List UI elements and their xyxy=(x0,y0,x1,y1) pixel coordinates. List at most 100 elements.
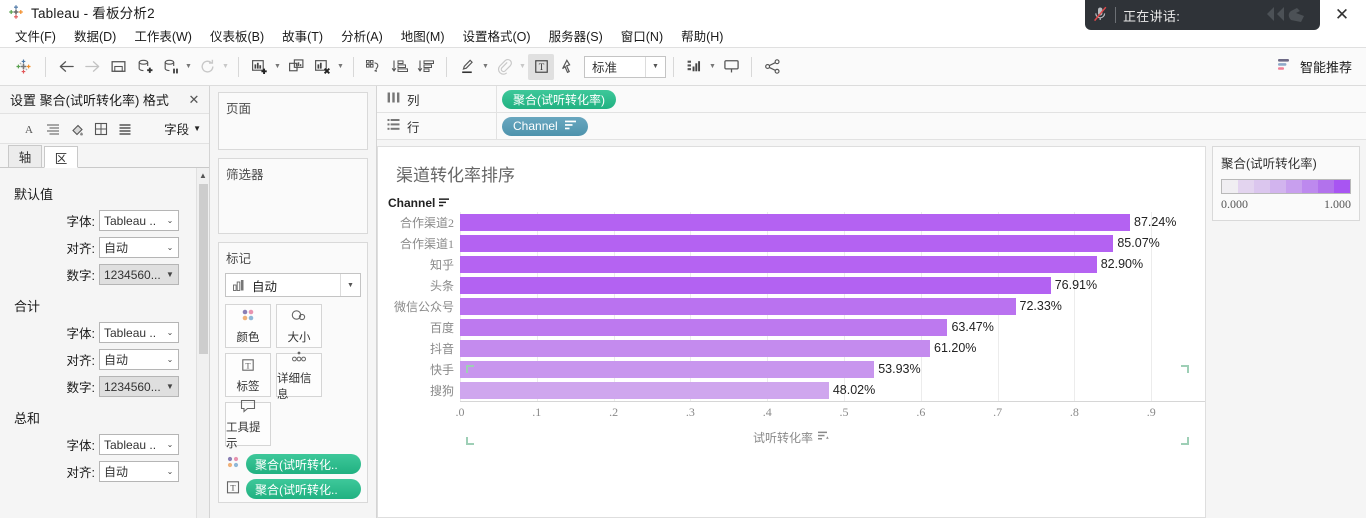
axis-sort-icon[interactable] xyxy=(818,430,830,445)
scroll-up-icon[interactable]: ▲ xyxy=(197,168,209,182)
font-icon[interactable]: A xyxy=(18,118,40,140)
bar-row[interactable]: 头条 76.91% xyxy=(378,275,1205,296)
refresh-data-source-icon[interactable] xyxy=(194,54,220,80)
number-select-default[interactable]: 1234560... ▼ xyxy=(99,264,179,285)
overlay-reaction-area[interactable] xyxy=(1258,4,1312,26)
marks-detail-button[interactable]: 详细信息 xyxy=(276,351,322,401)
number-select-subtotal[interactable]: 1234560... ▼ xyxy=(99,376,179,397)
rows-pill-dimension[interactable]: Channel xyxy=(502,116,588,136)
x-axis[interactable]: .0 .1 .2 .3 .4 .5 .6 .7 .8 .9 xyxy=(456,401,1205,423)
bar-row[interactable]: 抖音 61.20% xyxy=(378,338,1205,359)
menu-item-data[interactable]: 数据(D) xyxy=(65,24,125,47)
pause-data-updates-icon[interactable] xyxy=(157,54,183,80)
marks-label-pill[interactable]: 聚合(试听转化.. xyxy=(246,479,361,499)
borders-icon[interactable] xyxy=(90,118,112,140)
marks-label-button[interactable]: T 标签 xyxy=(225,353,271,397)
menu-item-format[interactable]: 设置格式(O) xyxy=(454,24,540,47)
shading-icon[interactable] xyxy=(66,118,88,140)
microphone-muted-icon[interactable] xyxy=(1093,6,1108,25)
bar[interactable] xyxy=(460,214,1131,231)
window-close-button[interactable]: ✕ xyxy=(1328,3,1356,27)
new-worksheet-dropdown-caret-icon[interactable]: ▼ xyxy=(272,54,283,80)
bar-row[interactable]: 合作渠道2 87.24% xyxy=(378,212,1205,233)
marks-color-button[interactable]: 颜色 xyxy=(225,304,271,348)
marks-type-select[interactable]: 自动 ▼ xyxy=(225,273,361,297)
font-select-default[interactable]: Tableau .. ⌄ xyxy=(99,210,179,231)
marks-color-pill[interactable]: 聚合(试听转化.. xyxy=(246,454,361,474)
show-mark-labels-icon[interactable]: T xyxy=(528,53,554,80)
new-worksheet-icon[interactable] xyxy=(246,54,272,80)
menu-item-analysis[interactable]: 分析(A) xyxy=(332,24,392,47)
format-pane-scrollbar[interactable]: ▲ xyxy=(196,168,209,518)
meeting-speaking-overlay[interactable]: 正在讲话: xyxy=(1085,0,1320,30)
cards-dropdown-caret-icon[interactable]: ▼ xyxy=(707,54,718,80)
close-icon[interactable]: ✕ xyxy=(185,91,203,109)
clear-sheet-icon[interactable] xyxy=(309,54,335,80)
new-data-source-icon[interactable] xyxy=(131,54,157,80)
forward-arrow-icon[interactable] xyxy=(79,54,105,80)
lines-icon[interactable] xyxy=(114,118,136,140)
bar[interactable] xyxy=(460,361,875,378)
bar[interactable] xyxy=(460,256,1097,273)
bar-row[interactable]: 百度 63.47% xyxy=(378,317,1205,338)
presentation-mode-icon[interactable] xyxy=(718,54,744,80)
bar-row[interactable]: 搜狗 48.02% xyxy=(378,380,1205,401)
menu-item-map[interactable]: 地图(M) xyxy=(392,24,454,47)
pause-updates-dropdown-caret-icon[interactable]: ▼ xyxy=(183,54,194,80)
bar[interactable] xyxy=(460,298,1016,315)
menu-item-worksheet[interactable]: 工作表(W) xyxy=(125,24,201,47)
menu-item-server[interactable]: 服务器(S) xyxy=(540,24,612,47)
duplicate-sheet-icon[interactable] xyxy=(283,54,309,80)
bar-row[interactable]: 知乎 82.90% xyxy=(378,254,1205,275)
back-arrow-icon[interactable] xyxy=(53,54,79,80)
rows-shelf-drop-zone[interactable]: Channel xyxy=(497,113,1366,139)
highlight-dropdown-caret-icon[interactable]: ▼ xyxy=(480,54,491,80)
tab-axis[interactable]: 轴 xyxy=(8,145,42,167)
visualization-canvas[interactable]: 渠道转化率排序 Channel 合作渠道2 87.24% 合作渠道1 85.07% 知乎… xyxy=(377,146,1206,518)
save-icon[interactable] xyxy=(105,54,131,80)
format-field-dropdown[interactable]: 字段 ▼ xyxy=(164,119,201,138)
align-select-grandtotal[interactable]: 自动 ⌄ xyxy=(99,461,179,482)
bar[interactable] xyxy=(460,340,931,357)
fix-axes-icon[interactable] xyxy=(554,54,580,80)
swap-rows-columns-icon[interactable] xyxy=(361,54,387,80)
bar[interactable] xyxy=(460,319,948,336)
bar[interactable] xyxy=(460,235,1114,252)
marks-tooltip-button[interactable]: 工具提示 xyxy=(225,399,271,450)
tab-pane[interactable]: 区 xyxy=(44,146,78,168)
sort-ascending-icon[interactable] xyxy=(387,54,413,80)
highlight-icon[interactable] xyxy=(454,54,480,80)
columns-pill-measure[interactable]: 聚合(试听转化率) xyxy=(502,89,616,109)
group-members-icon[interactable] xyxy=(491,54,517,80)
refresh-dropdown-caret-icon[interactable]: ▼ xyxy=(220,54,231,80)
sort-descending-icon[interactable] xyxy=(413,54,439,80)
fit-select[interactable]: 标准 ▼ xyxy=(584,55,666,78)
bar-row[interactable]: 微信公众号 72.33% xyxy=(378,296,1205,317)
menu-item-window[interactable]: 窗口(N) xyxy=(612,24,672,47)
smart-recommendations-button[interactable]: 智能推荐 xyxy=(1276,57,1358,76)
menu-item-story[interactable]: 故事(T) xyxy=(273,24,332,47)
sort-indicator-icon[interactable] xyxy=(439,196,450,210)
clear-sheet-dropdown-caret-icon[interactable]: ▼ xyxy=(335,54,346,80)
bar[interactable] xyxy=(460,382,829,399)
marks-size-button[interactable]: 大小 xyxy=(276,304,322,348)
bar-row[interactable]: 合作渠道1 85.07% xyxy=(378,233,1205,254)
group-dropdown-caret-icon[interactable]: ▼ xyxy=(517,54,528,80)
align-select-subtotal[interactable]: 自动 ⌄ xyxy=(99,349,179,370)
font-select-subtotal[interactable]: Tableau .. ⌄ xyxy=(99,322,179,343)
menu-item-help[interactable]: 帮助(H) xyxy=(672,24,732,47)
align-select-default[interactable]: 自动 ⌄ xyxy=(99,237,179,258)
show-hide-cards-icon[interactable] xyxy=(681,54,707,80)
share-icon[interactable] xyxy=(759,54,785,80)
bar-row[interactable]: 快手 53.93% xyxy=(378,359,1205,380)
chevron-down-icon[interactable]: ▼ xyxy=(340,274,360,296)
menu-item-file[interactable]: 文件(F) xyxy=(6,24,65,47)
scrollbar-thumb[interactable] xyxy=(199,184,208,354)
alignment-icon[interactable] xyxy=(42,118,64,140)
x-axis-title[interactable]: 试听转化率 xyxy=(378,429,1205,446)
menu-item-dashboard[interactable]: 仪表板(B) xyxy=(201,24,273,47)
tableau-home-icon[interactable] xyxy=(8,54,38,80)
bar[interactable] xyxy=(460,277,1051,294)
font-select-grandtotal[interactable]: Tableau .. ⌄ xyxy=(99,434,179,455)
filters-card[interactable]: 筛选器 xyxy=(218,158,368,234)
